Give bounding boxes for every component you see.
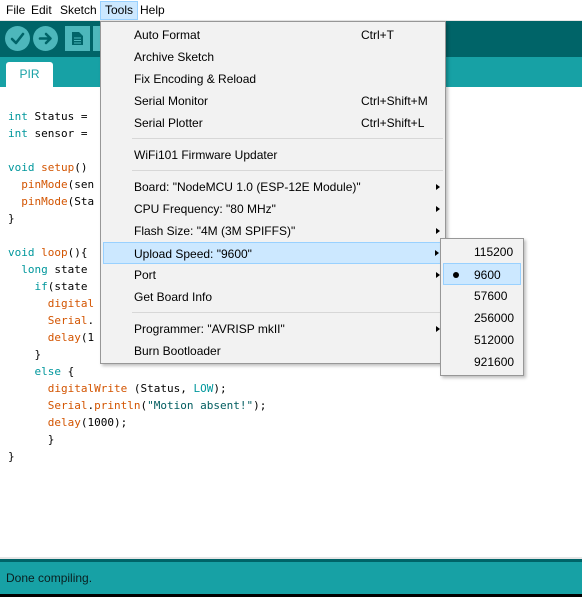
code-line: void setup()	[8, 161, 95, 174]
code-line: delay(1000);	[47, 416, 128, 429]
menu-bar: File Edit Sketch Tools Help	[0, 0, 582, 21]
submenu-arrow-icon	[436, 228, 440, 234]
radio-bullet-icon	[453, 272, 459, 278]
menu-item-label: Serial Plotter	[134, 116, 203, 130]
menu-item-auto-format[interactable]: Auto Format Ctrl+T	[103, 24, 443, 46]
menu-separator	[132, 170, 443, 171]
code-line: digitalWrite (Status, LOW);	[47, 382, 227, 395]
new-file-icon	[72, 32, 83, 45]
menu-item-label: Archive Sketch	[134, 50, 215, 64]
menu-item-wifi101-updater[interactable]: WiFi101 Firmware Updater	[103, 144, 443, 166]
menu-sketch[interactable]: Sketch	[56, 1, 101, 20]
menu-item-label: CPU Frequency: "80 MHz"	[134, 202, 276, 216]
tools-menu: Auto Format Ctrl+T Archive Sketch Fix En…	[100, 21, 446, 364]
menu-item-fix-encoding[interactable]: Fix Encoding & Reload	[103, 68, 443, 90]
menu-item-upload-speed[interactable]: Upload Speed: "9600"	[103, 242, 443, 264]
speed-option-label: 57600	[474, 289, 508, 303]
menu-item-label: Serial Monitor	[134, 94, 209, 108]
menu-item-flash-size[interactable]: Flash Size: "4M (3M SPIFFS)"	[103, 220, 443, 242]
menu-item-label: Upload Speed: "9600"	[134, 247, 252, 261]
menu-item-serial-plotter[interactable]: Serial Plotter Ctrl+Shift+L	[103, 112, 443, 134]
menu-item-shortcut: Ctrl+Shift+L	[361, 116, 425, 130]
code-line: Serial.	[47, 314, 95, 327]
code-line: pinMode(Sta	[21, 195, 95, 208]
verify-button[interactable]	[5, 26, 30, 51]
code-line: int Status =	[8, 110, 95, 123]
new-button[interactable]	[65, 26, 90, 51]
status-bar: Done compiling.	[0, 562, 582, 594]
code-line: }	[8, 450, 15, 463]
menu-item-port[interactable]: Port	[103, 264, 443, 286]
code-line: }	[8, 433, 55, 446]
speed-option-label: 921600	[474, 355, 515, 369]
menu-item-label: Port	[134, 268, 157, 282]
arrow-right-icon	[38, 32, 52, 45]
code-line: void loop(){	[8, 246, 88, 259]
menu-item-serial-monitor[interactable]: Serial Monitor Ctrl+Shift+M	[103, 90, 443, 112]
code-line: Serial.println("Motion absent!");	[47, 399, 267, 412]
checkmark-icon	[10, 32, 25, 45]
code-line: delay(1	[47, 331, 95, 344]
speed-option-label: 512000	[474, 333, 515, 347]
menu-item-cpu-frequency[interactable]: CPU Frequency: "80 MHz"	[103, 198, 443, 220]
speed-option-label: 115200	[474, 245, 514, 259]
speed-option-label: 9600	[474, 268, 501, 282]
menu-item-label: Flash Size: "4M (3M SPIFFS)"	[134, 224, 296, 238]
menu-item-board[interactable]: Board: "NodeMCU 1.0 (ESP-12E Module)"	[103, 176, 443, 198]
code-line: int sensor =	[8, 127, 95, 140]
menu-item-archive-sketch[interactable]: Archive Sketch	[103, 46, 443, 68]
menu-item-burn-bootloader[interactable]: Burn Bootloader	[103, 340, 443, 362]
code-line: }	[8, 212, 15, 225]
menu-separator	[132, 312, 443, 313]
menu-item-label: Burn Bootloader	[134, 344, 221, 358]
speed-option-115200[interactable]: 115200	[443, 241, 521, 263]
menu-item-label: Board: "NodeMCU 1.0 (ESP-12E Module)"	[134, 180, 361, 194]
speed-option-921600[interactable]: 921600	[443, 351, 521, 373]
upload-speed-submenu: 115200 9600 57600 256000 512000 921600	[440, 238, 524, 376]
submenu-arrow-icon	[436, 184, 440, 190]
menu-item-shortcut: Ctrl+Shift+M	[361, 94, 428, 108]
code-line: else {	[34, 365, 75, 378]
code-line: digital	[47, 297, 95, 310]
menu-item-get-board-info[interactable]: Get Board Info	[103, 286, 443, 308]
upload-button[interactable]	[33, 26, 58, 51]
menu-item-label: Fix Encoding & Reload	[134, 72, 257, 86]
tab-pir[interactable]: PIR	[6, 62, 53, 87]
menu-item-label: WiFi101 Firmware Updater	[134, 148, 278, 162]
speed-option-256000[interactable]: 256000	[443, 307, 521, 329]
code-line: pinMode(sen	[21, 178, 95, 191]
menu-separator	[132, 138, 443, 139]
submenu-arrow-icon	[435, 250, 439, 256]
speed-option-9600[interactable]: 9600	[443, 263, 521, 285]
speed-option-512000[interactable]: 512000	[443, 329, 521, 351]
menu-help[interactable]: Help	[136, 1, 169, 20]
menu-item-label: Get Board Info	[134, 290, 213, 304]
menu-file[interactable]: File	[2, 1, 29, 20]
speed-option-57600[interactable]: 57600	[443, 285, 521, 307]
submenu-arrow-icon	[436, 206, 440, 212]
menu-item-programmer[interactable]: Programmer: "AVRISP mkII"	[103, 318, 443, 340]
code-line: if(state	[34, 280, 95, 293]
menu-edit[interactable]: Edit	[27, 1, 56, 20]
code-line: }	[8, 348, 42, 361]
menu-item-shortcut: Ctrl+T	[361, 28, 394, 42]
open-button[interactable]	[93, 26, 100, 51]
menu-item-label: Programmer: "AVRISP mkII"	[134, 322, 285, 336]
status-text: Done compiling.	[6, 571, 93, 585]
menu-tools[interactable]: Tools	[100, 1, 139, 20]
code-line: long state	[21, 263, 95, 276]
speed-option-label: 256000	[474, 311, 515, 325]
menu-item-label: Auto Format	[134, 28, 201, 42]
